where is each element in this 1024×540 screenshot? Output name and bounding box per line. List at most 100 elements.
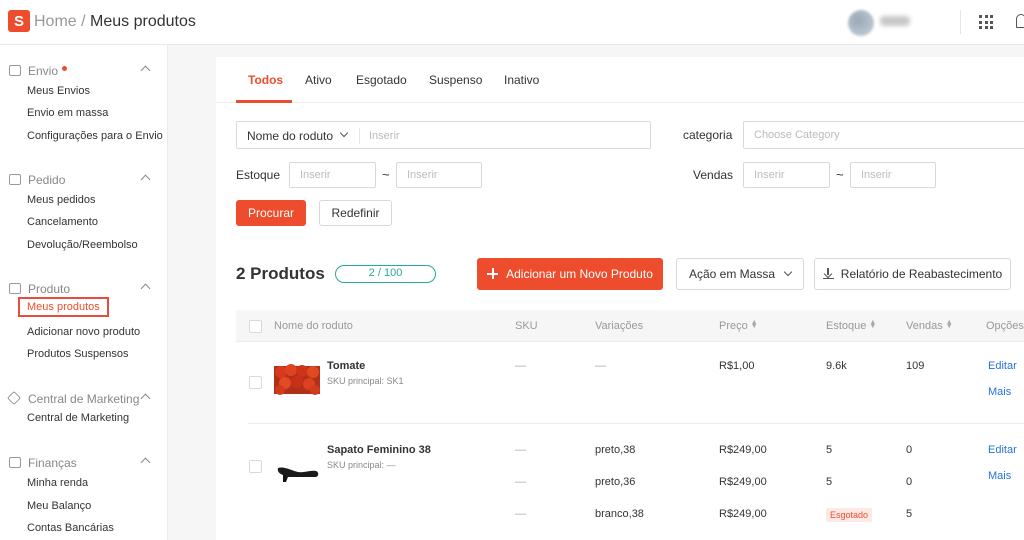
sidebar-item-cancelamento[interactable]: Cancelamento bbox=[27, 216, 98, 228]
sort-icon[interactable]: ▲ ▼ bbox=[946, 319, 953, 330]
sort-icon[interactable]: ▲ ▼ bbox=[751, 319, 758, 330]
column-header-price[interactable]: Preço ▲ ▼ bbox=[719, 319, 758, 332]
user-name-blurred[interactable] bbox=[880, 16, 910, 26]
bell-icon[interactable] bbox=[1016, 14, 1024, 28]
bulk-action-label: Ação em Massa bbox=[688, 267, 776, 281]
breadcrumb-home[interactable]: Home bbox=[34, 13, 77, 30]
variation-cell: branco,38 bbox=[595, 508, 644, 520]
column-header-stock-label: Estoque bbox=[826, 320, 867, 332]
tab-esgotado[interactable]: Esgotado bbox=[356, 73, 407, 87]
restock-report-label: Relatório de Reabastecimento bbox=[840, 267, 1003, 281]
add-product-label: Adicionar um Novo Produto bbox=[506, 267, 653, 281]
stock-cell: 5 bbox=[826, 444, 833, 456]
sidebar-item-meus-envios[interactable]: Meus Envios bbox=[27, 85, 90, 97]
sidebar-item-central-marketing[interactable]: Central de Marketing bbox=[27, 412, 129, 424]
sidebar-item-envio-em-massa[interactable]: Envio em massa bbox=[27, 107, 108, 119]
tab-suspenso[interactable]: Suspenso bbox=[429, 73, 482, 87]
column-header-price-label: Preço bbox=[719, 320, 748, 332]
avatar[interactable] bbox=[848, 10, 874, 36]
sidebar-item-minha-renda[interactable]: Minha renda bbox=[27, 477, 88, 489]
sales-cell: 109 bbox=[906, 360, 925, 372]
chevron-up-icon[interactable] bbox=[140, 174, 151, 185]
tab-inativo[interactable]: Inativo bbox=[504, 73, 539, 87]
sidebar-section-title: Central de Marketing bbox=[28, 392, 140, 406]
sidebar-section-title: Finanças bbox=[28, 456, 77, 470]
stock-cell: 5 bbox=[826, 476, 833, 488]
name-field-select[interactable]: Nome do roduto bbox=[247, 129, 333, 143]
product-name[interactable]: Sapato Feminino 38 bbox=[327, 444, 431, 456]
chevron-up-icon[interactable] bbox=[140, 65, 151, 76]
column-header-sales-label: Vendas bbox=[906, 320, 943, 332]
product-quota-badge: 2 / 100 bbox=[335, 265, 436, 283]
product-image-tomate[interactable] bbox=[274, 358, 320, 400]
edit-link[interactable]: Editar bbox=[988, 360, 1017, 372]
select-all-checkbox[interactable] bbox=[249, 320, 262, 333]
sales-label: Vendas bbox=[693, 168, 734, 182]
sales-max-input[interactable]: Inserir bbox=[850, 162, 936, 188]
column-header-sku: SKU bbox=[515, 320, 538, 332]
notification-dot bbox=[62, 66, 68, 72]
more-link[interactable]: Mais bbox=[988, 386, 1011, 398]
main-panel: Todos Ativo Esgotado Suspenso Inativo No… bbox=[216, 57, 1024, 540]
product-name[interactable]: Tomate bbox=[327, 360, 365, 372]
sku-cell: — bbox=[515, 444, 526, 456]
variation-cell: preto,36 bbox=[595, 476, 636, 488]
tab-ativo[interactable]: Ativo bbox=[305, 73, 332, 87]
add-product-button[interactable]: Adicionar um Novo Produto bbox=[477, 258, 663, 290]
sidebar-item-contas-bancarias[interactable]: Contas Bancárias bbox=[27, 522, 114, 534]
sku-cell: — bbox=[515, 508, 526, 520]
download-icon bbox=[822, 268, 834, 279]
price-cell: R$1,00 bbox=[719, 360, 755, 372]
edit-link[interactable]: Editar bbox=[988, 444, 1017, 456]
box-icon bbox=[9, 283, 21, 294]
chevron-up-icon[interactable] bbox=[140, 457, 151, 468]
product-image-sapato[interactable] bbox=[274, 444, 320, 486]
search-button[interactable]: Procurar bbox=[236, 200, 306, 226]
sidebar-section-header[interactable]: Central de Marketing bbox=[6, 390, 159, 408]
sidebar-item-adicionar-produto[interactable]: Adicionar novo produto bbox=[27, 326, 140, 338]
sidebar-item-meus-pedidos[interactable]: Meus pedidos bbox=[27, 194, 96, 206]
tab-todos[interactable]: Todos bbox=[248, 73, 283, 87]
tag-icon bbox=[6, 390, 22, 406]
row-checkbox[interactable] bbox=[249, 376, 262, 389]
sales-min-input[interactable]: Inserir bbox=[743, 162, 830, 188]
page-title: Meus produtos bbox=[90, 13, 196, 30]
sales-cell: 0 bbox=[906, 444, 913, 456]
restock-report-button[interactable]: Relatório de Reabastecimento bbox=[814, 258, 1011, 290]
active-tab-indicator bbox=[236, 100, 292, 103]
name-search-input[interactable]: Inserir bbox=[369, 130, 400, 142]
category-select[interactable]: Choose Category bbox=[743, 121, 1024, 149]
row-checkbox[interactable] bbox=[249, 460, 262, 473]
more-link[interactable]: Mais bbox=[988, 470, 1011, 482]
sidebar-section-header[interactable]: Envio bbox=[9, 62, 159, 80]
sidebar-item-devolucao[interactable]: Devolução/Reembolso bbox=[27, 239, 138, 251]
chevron-up-icon[interactable] bbox=[140, 393, 151, 404]
sidebar-item-configuracoes-envio[interactable]: Configurações para o Envio bbox=[27, 130, 163, 142]
column-header-stock[interactable]: Estoque ▲ ▼ bbox=[826, 319, 876, 332]
bulk-action-button[interactable]: Ação em Massa bbox=[676, 258, 804, 290]
shopee-logo-icon[interactable]: S bbox=[8, 10, 30, 32]
apps-grid-icon[interactable] bbox=[979, 15, 993, 29]
category-label: categoria bbox=[683, 128, 733, 142]
sidebar-section-header[interactable]: Finanças bbox=[9, 454, 159, 472]
divider bbox=[359, 128, 360, 144]
wallet-icon bbox=[9, 457, 21, 468]
column-header-sales[interactable]: Vendas ▲ ▼ bbox=[906, 319, 953, 332]
chevron-down-icon[interactable] bbox=[339, 128, 349, 138]
chevron-up-icon[interactable] bbox=[140, 283, 151, 294]
column-header-variations: Variações bbox=[595, 320, 644, 332]
sku-cell: — bbox=[515, 476, 526, 488]
status-tabs: Todos Ativo Esgotado Suspenso Inativo bbox=[216, 57, 1024, 103]
sidebar-item-meu-balanco[interactable]: Meu Balanço bbox=[27, 500, 91, 512]
sort-icon[interactable]: ▲ ▼ bbox=[869, 319, 876, 330]
sidebar-item-produtos-suspensos[interactable]: Produtos Suspensos bbox=[27, 348, 129, 360]
sidebar-section-header[interactable]: Pedido bbox=[9, 171, 159, 189]
stock-min-input[interactable]: Inserir bbox=[289, 162, 376, 188]
sidebar-section-header[interactable]: Produto bbox=[9, 280, 159, 298]
top-bar: S Home / Meus produtos bbox=[0, 0, 1024, 45]
stock-max-input[interactable]: Inserir bbox=[396, 162, 482, 188]
reset-button[interactable]: Redefinir bbox=[319, 200, 392, 226]
sidebar-item-meus-produtos[interactable]: Meus produtos bbox=[18, 297, 109, 317]
sku-cell: — bbox=[515, 360, 526, 372]
column-header-name: Nome do roduto bbox=[274, 320, 353, 332]
